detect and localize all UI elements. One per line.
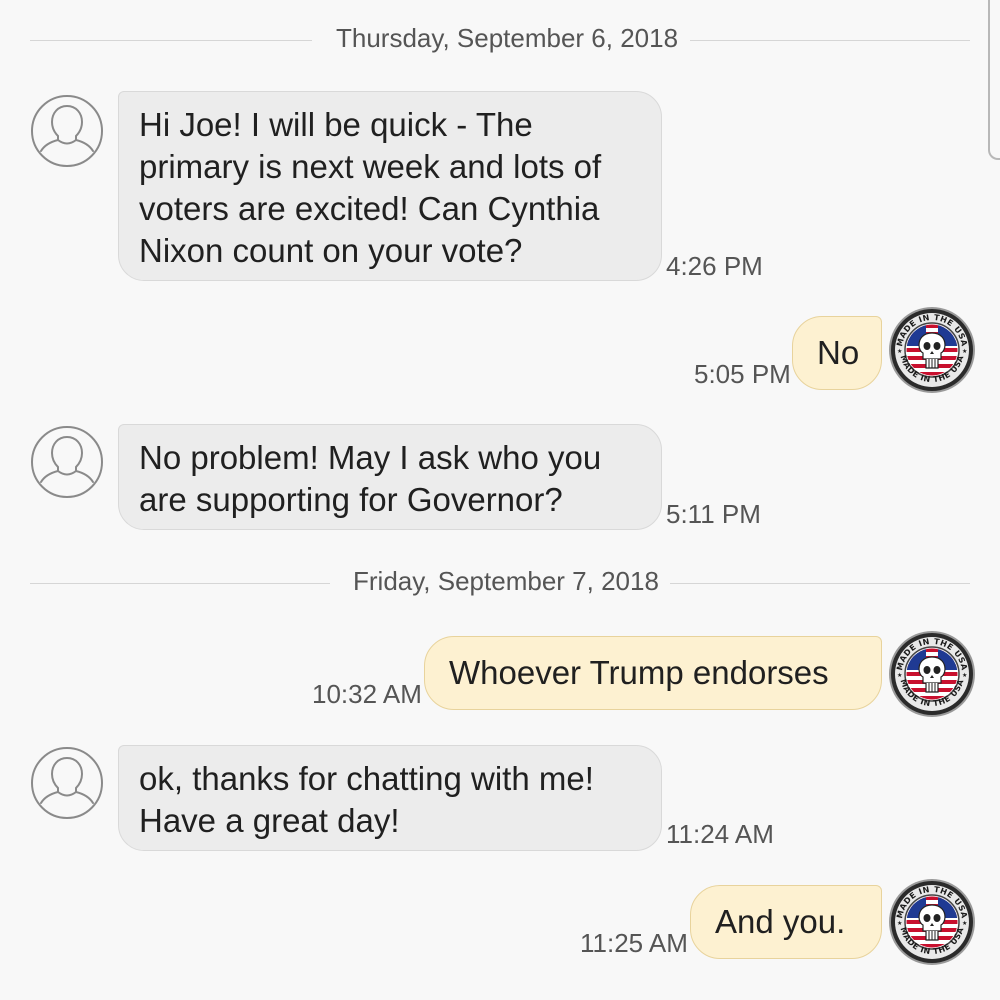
outgoing-message-bubble[interactable]: Whoever Trump endorses — [424, 636, 882, 710]
message-timestamp: 11:25 AM — [580, 928, 688, 958]
date-label: Thursday, September 6, 2018 — [336, 23, 679, 53]
date-separator: Friday, September 7, 2018 — [30, 566, 970, 596]
message-text: ok, thanks for chatting with me! Have a … — [139, 760, 594, 839]
message-timestamp: 4:26 PM — [666, 251, 763, 281]
message-timestamp: 11:24 AM — [666, 819, 774, 849]
message-timestamp: 5:05 PM — [694, 359, 791, 389]
message-text: No problem! May I ask who you are suppor… — [139, 439, 602, 518]
default-person-icon[interactable] — [30, 425, 104, 499]
incoming-message-bubble[interactable]: ok, thanks for chatting with me! Have a … — [118, 745, 662, 851]
incoming-message-bubble[interactable]: No problem! May I ask who you are suppor… — [118, 424, 662, 530]
message-text: Hi Joe! I will be quick - The primary is… — [139, 106, 602, 269]
date-label: Friday, September 7, 2018 — [353, 566, 659, 596]
scrollbar[interactable] — [988, 0, 1000, 160]
message-text: Whoever Trump endorses — [449, 654, 829, 691]
default-person-icon[interactable] — [30, 746, 104, 820]
usa-flag-skull-badge-icon[interactable] — [888, 878, 976, 966]
message-text: No — [817, 334, 860, 371]
usa-flag-skull-badge-icon[interactable] — [888, 306, 976, 394]
default-person-icon[interactable] — [30, 94, 104, 168]
message-text: And you. — [715, 903, 846, 940]
outgoing-message-bubble[interactable]: No — [792, 316, 882, 390]
usa-flag-skull-badge-icon[interactable] — [888, 630, 976, 718]
conversation-screen[interactable]: Thursday, September 6, 2018 Hi Joe! I wi… — [0, 0, 1000, 1000]
incoming-message-bubble[interactable]: Hi Joe! I will be quick - The primary is… — [118, 91, 662, 281]
outgoing-message-bubble[interactable]: And you. — [690, 885, 882, 959]
message-timestamp: 5:11 PM — [666, 499, 761, 529]
message-timestamp: 10:32 AM — [312, 679, 422, 709]
date-separator: Thursday, September 6, 2018 — [30, 23, 970, 53]
